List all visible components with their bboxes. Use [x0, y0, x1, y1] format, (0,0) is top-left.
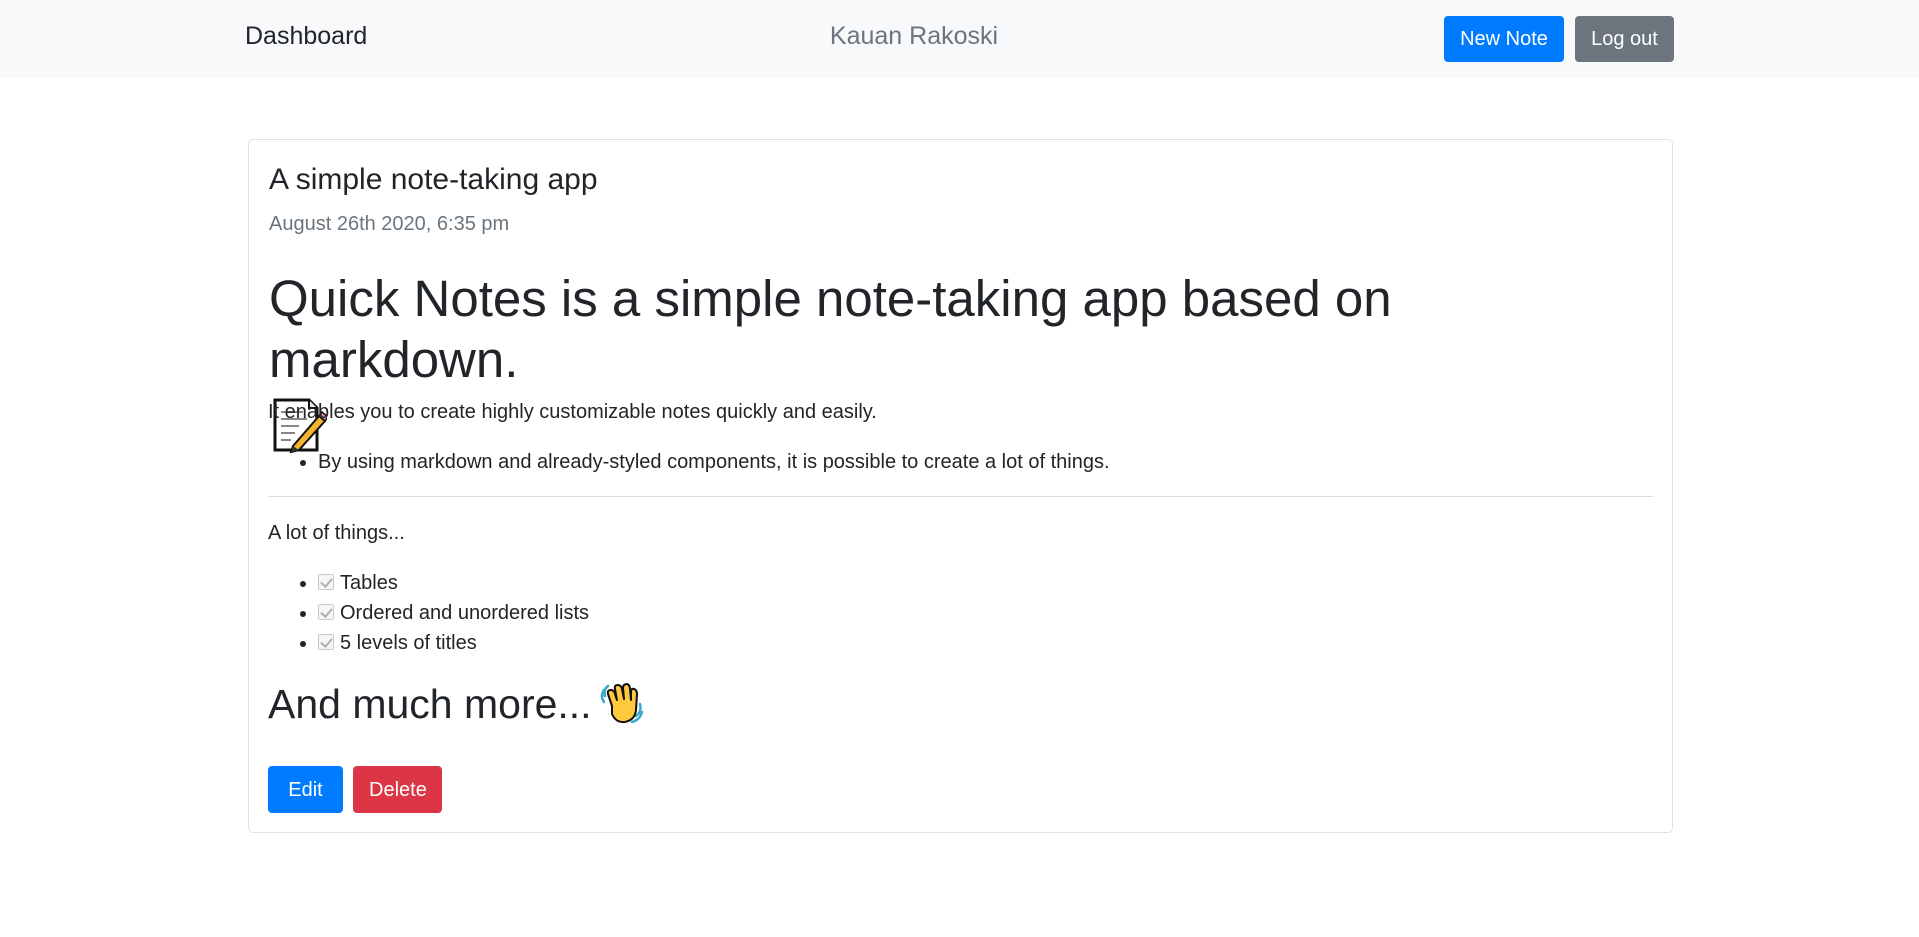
list-item: By using markdown and already-styled com…: [318, 450, 1110, 474]
delete-button[interactable]: Delete: [353, 766, 442, 813]
task-item: Ordered and unordered lists: [318, 598, 589, 628]
edit-button[interactable]: Edit: [268, 766, 343, 813]
note-subheading: And much more...: [268, 679, 644, 729]
task-item: 5 levels of titles: [318, 628, 589, 658]
waving-hand-icon: [598, 680, 644, 726]
task-checkbox[interactable]: [318, 574, 334, 590]
task-label: Tables: [340, 572, 398, 594]
task-list: Tables Ordered and unordered lists 5 lev…: [268, 568, 589, 658]
divider: [268, 496, 1653, 497]
task-checkbox[interactable]: [318, 604, 334, 620]
task-label: Ordered and unordered lists: [340, 602, 590, 624]
note-actions: Edit Delete: [268, 766, 442, 813]
note-subtext: A lot of things...: [268, 522, 405, 544]
task-checkbox[interactable]: [318, 634, 334, 650]
task-item: Tables: [318, 568, 589, 598]
note-bullet-list: By using markdown and already-styled com…: [268, 450, 1110, 474]
note-content: It enables you to create highly customiz…: [268, 0, 1653, 937]
note-intro: It enables you to create highly customiz…: [268, 401, 877, 423]
task-label: 5 levels of titles: [340, 632, 477, 654]
note-subheading-text: And much more...: [268, 681, 592, 727]
